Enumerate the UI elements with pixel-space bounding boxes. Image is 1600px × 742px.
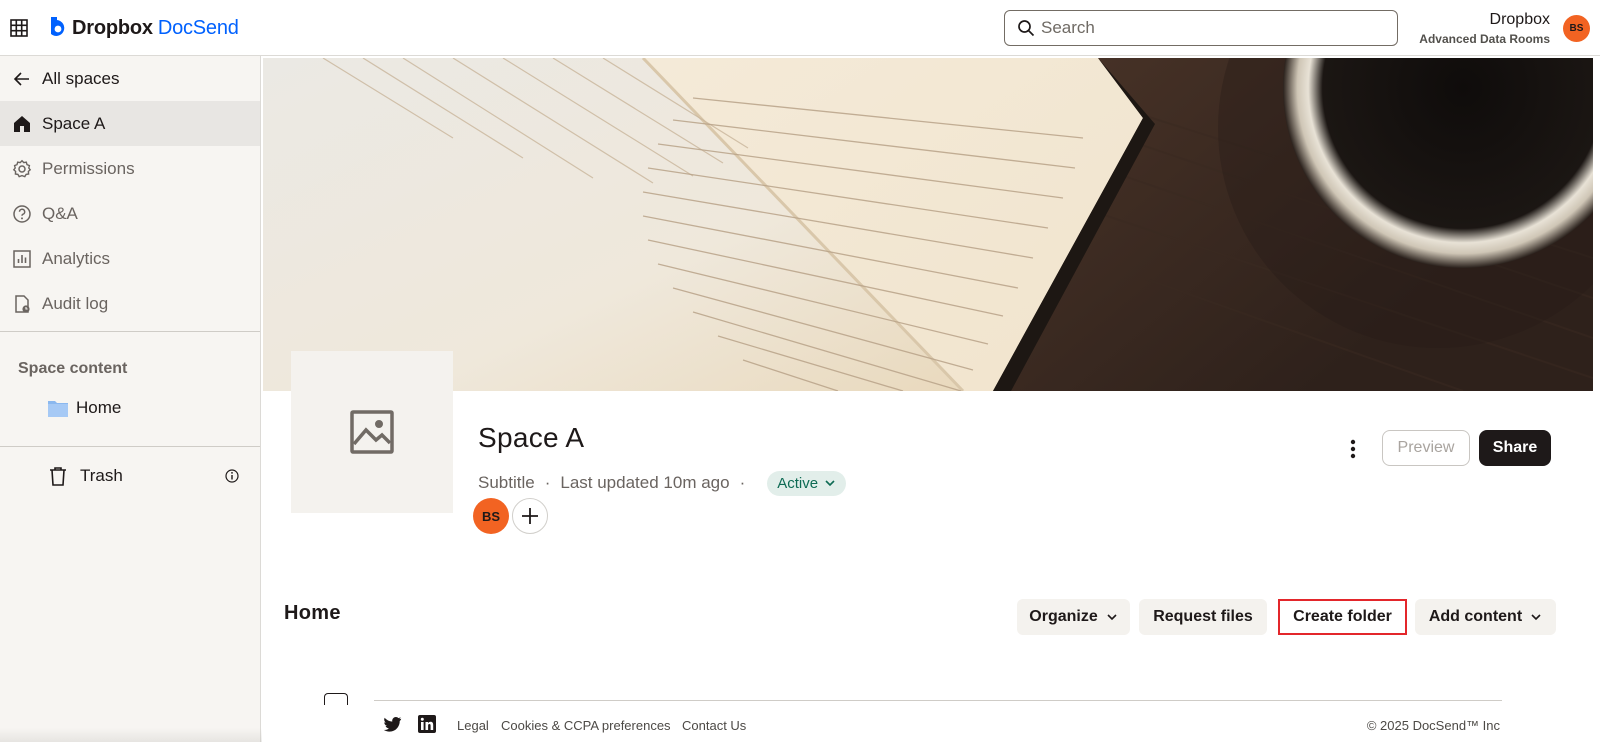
organize-label: Organize bbox=[1029, 608, 1098, 625]
account-switcher[interactable]: Dropbox Advanced Data Rooms bbox=[1419, 10, 1550, 47]
space-thumbnail[interactable] bbox=[291, 351, 453, 513]
chevron-down-icon bbox=[1107, 614, 1117, 621]
chart-icon bbox=[13, 249, 31, 268]
brand-primary: Dropbox bbox=[72, 16, 153, 39]
preview-button[interactable]: Preview bbox=[1382, 430, 1470, 466]
separator-dot: · bbox=[544, 473, 551, 492]
user-avatar[interactable]: BS bbox=[1563, 15, 1590, 42]
folder-icon bbox=[48, 401, 68, 417]
chevron-down-icon bbox=[825, 480, 835, 487]
sidebar-folder-home[interactable]: Home bbox=[0, 386, 260, 430]
select-all-checkbox[interactable] bbox=[324, 693, 348, 705]
sidebar-item-qa[interactable]: Q&A bbox=[0, 191, 260, 236]
cover-image bbox=[263, 58, 1593, 391]
sidebar-item-space-a[interactable]: Space A bbox=[0, 101, 260, 146]
arrow-left-icon bbox=[13, 71, 29, 86]
footer-link-contact[interactable]: Contact Us bbox=[682, 718, 746, 733]
audit-icon bbox=[15, 294, 30, 313]
sidebar-item-label: Permissions bbox=[42, 158, 135, 178]
account-name: Dropbox bbox=[1489, 11, 1550, 28]
footer-copyright: © 2025 DocSend™ Inc bbox=[1366, 718, 1500, 733]
space-content-heading: Space content bbox=[18, 360, 128, 377]
question-icon bbox=[13, 204, 31, 223]
search-icon bbox=[1018, 20, 1035, 37]
sidebar: All spaces Space A Permissions Q&A Analy… bbox=[0, 56, 262, 742]
status-label: Active bbox=[777, 474, 819, 492]
space-meta: Subtitle · Last updated 10m ago · Active bbox=[478, 470, 847, 496]
more-options-button[interactable] bbox=[1343, 437, 1363, 461]
separator-dot: · bbox=[739, 473, 746, 492]
home-heading: Home bbox=[284, 602, 341, 624]
linkedin-icon[interactable] bbox=[418, 715, 436, 733]
sidebar-divider bbox=[0, 331, 260, 332]
plus-icon bbox=[522, 508, 538, 524]
cover-photo bbox=[263, 58, 1593, 391]
sidebar-item-audit-log[interactable]: Audit log bbox=[0, 281, 260, 326]
add-member-button[interactable] bbox=[512, 498, 548, 534]
top-bar: Dropbox DocSend Dropbox Advanced Data Ro… bbox=[0, 0, 1600, 56]
search-box[interactable] bbox=[1004, 10, 1398, 46]
footer-link-cookies[interactable]: Cookies & CCPA preferences bbox=[501, 718, 671, 733]
all-spaces-label: All spaces bbox=[42, 68, 120, 88]
chevron-down-icon bbox=[1531, 614, 1541, 621]
sidebar-shadow bbox=[0, 728, 262, 742]
twitter-icon[interactable] bbox=[383, 716, 402, 733]
gear-icon bbox=[12, 159, 32, 177]
add-content-label: Add content bbox=[1428, 608, 1523, 625]
sidebar-item-permissions[interactable]: Permissions bbox=[0, 146, 260, 191]
brand-secondary: DocSend bbox=[157, 16, 239, 39]
request-files-button[interactable]: Request files bbox=[1139, 599, 1267, 635]
trash-label: Trash bbox=[80, 466, 123, 485]
share-button[interactable]: Share bbox=[1479, 430, 1551, 466]
add-content-button[interactable]: Add content bbox=[1415, 599, 1556, 635]
member-avatar[interactable]: BS bbox=[473, 498, 509, 534]
app-grid-icon[interactable] bbox=[10, 19, 28, 37]
status-badge[interactable]: Active bbox=[767, 470, 847, 496]
space-subtitle[interactable]: Subtitle bbox=[478, 473, 535, 493]
sidebar-divider bbox=[0, 446, 260, 447]
info-icon[interactable] bbox=[225, 469, 239, 483]
folder-label: Home bbox=[76, 398, 122, 417]
account-plan: Advanced Data Rooms bbox=[1419, 32, 1550, 46]
create-folder-button[interactable]: Create folder bbox=[1278, 599, 1407, 635]
space-title: Space A bbox=[478, 422, 585, 453]
sidebar-item-label: Q&A bbox=[42, 203, 78, 223]
sidebar-trash[interactable]: Trash bbox=[0, 454, 260, 498]
search-input[interactable] bbox=[1041, 18, 1381, 38]
sidebar-item-label: Audit log bbox=[42, 293, 109, 313]
footer: Legal Cookies & CCPA preferences Contact… bbox=[263, 706, 1600, 742]
image-placeholder-icon bbox=[350, 410, 394, 454]
list-header-divider bbox=[374, 700, 1502, 701]
docsend-logo-icon bbox=[51, 17, 65, 36]
footer-link-legal[interactable]: Legal bbox=[457, 718, 489, 733]
organize-button[interactable]: Organize bbox=[1017, 599, 1130, 635]
trash-icon bbox=[50, 467, 66, 486]
sidebar-item-label: Analytics bbox=[42, 248, 111, 268]
last-updated: Last updated 10m ago bbox=[560, 473, 730, 492]
home-icon bbox=[14, 115, 30, 132]
sidebar-item-label: Space A bbox=[42, 113, 106, 133]
all-spaces-link[interactable]: All spaces bbox=[0, 56, 260, 101]
sidebar-item-analytics[interactable]: Analytics bbox=[0, 236, 260, 281]
more-vertical-icon bbox=[1350, 439, 1356, 459]
docsend-logo[interactable]: Dropbox DocSend bbox=[48, 14, 239, 42]
